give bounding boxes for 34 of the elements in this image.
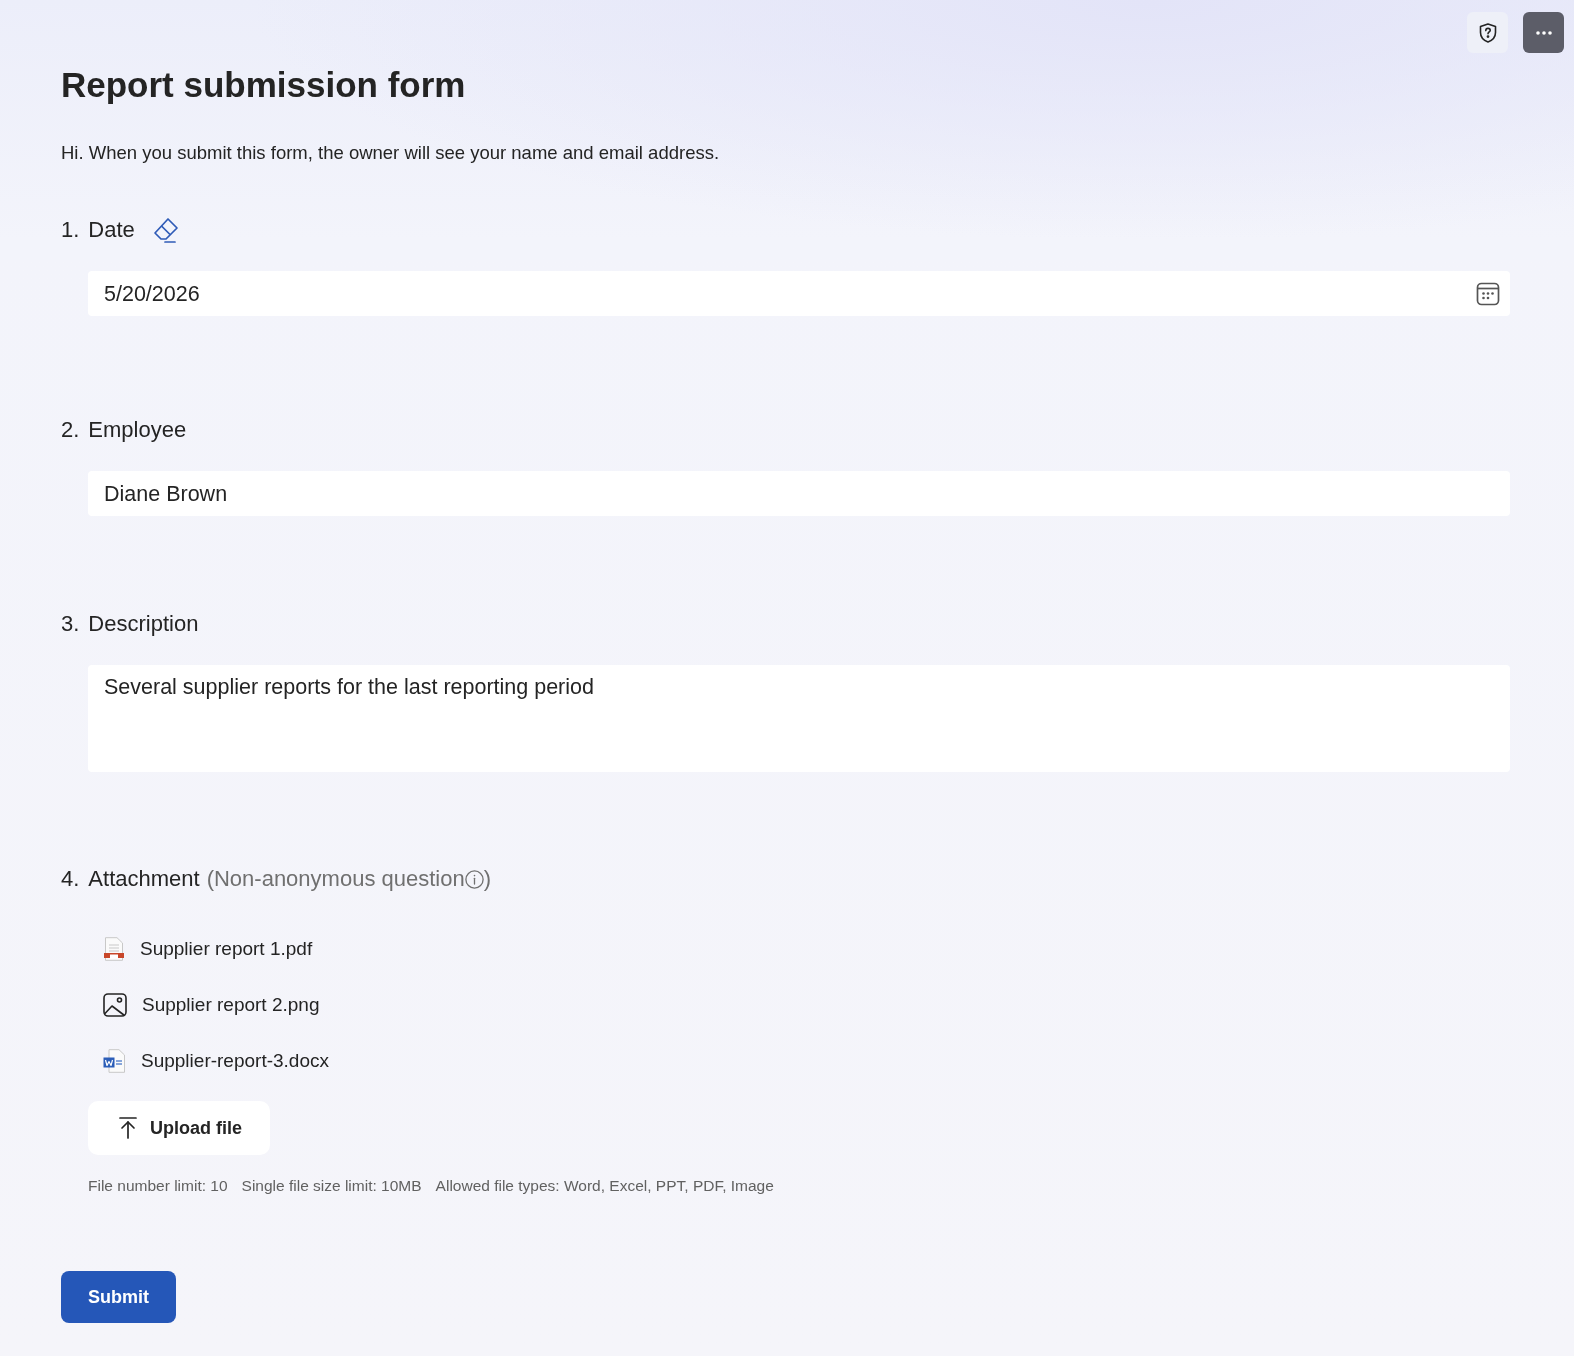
upload-limit-text: Allowed file types: Word, Excel, PPT, PDF, Image <box>435 1176 774 1196</box>
image-file-icon <box>103 993 127 1017</box>
question-number: 2. <box>61 416 80 444</box>
more-options-button[interactable] <box>1523 12 1564 53</box>
question-note: (Non-anonymous question <box>206 865 465 893</box>
pdf-file-icon <box>103 937 125 961</box>
date-field[interactable]: 5/20/2026 <box>88 271 1510 316</box>
question-title: Description <box>88 610 199 638</box>
more-icon <box>1535 30 1552 35</box>
text-field[interactable]: Diane Brown <box>88 471 1510 516</box>
question-number: 1. <box>61 216 80 244</box>
textarea-field[interactable]: Several supplier reports for the last reporting period <box>88 665 1510 772</box>
form-title: Report submission form <box>61 64 467 106</box>
upload-file-button[interactable]: Upload file <box>88 1101 270 1155</box>
eraser-icon[interactable] <box>152 217 179 243</box>
shield-help-button[interactable] <box>1467 12 1508 53</box>
question-title: Attachment <box>88 865 200 893</box>
file-name[interactable]: Supplier-report-3.docx <box>141 1049 329 1073</box>
upload-limit-text: File number limit: 10 <box>88 1176 228 1196</box>
submit-button[interactable]: Submit <box>61 1271 176 1323</box>
question-title: Date <box>88 216 135 244</box>
upload-limit-text: Single file size limit: 10MB <box>241 1176 422 1196</box>
question-note-close: ) <box>483 865 491 893</box>
word-file-icon <box>103 1049 126 1073</box>
info-icon[interactable] <box>464 869 484 889</box>
question-number: 4. <box>61 865 80 893</box>
file-name[interactable]: Supplier report 1.pdf <box>140 937 313 961</box>
question-title: Employee <box>88 416 187 444</box>
calendar-icon[interactable] <box>1476 281 1500 306</box>
file-name[interactable]: Supplier report 2.png <box>142 993 320 1017</box>
shield-help-icon <box>1478 22 1497 43</box>
upload-icon <box>119 1117 137 1139</box>
form-intro: Hi. When you submit this form, the owner will see your name and email address. <box>61 141 721 165</box>
question-number: 3. <box>61 610 80 638</box>
